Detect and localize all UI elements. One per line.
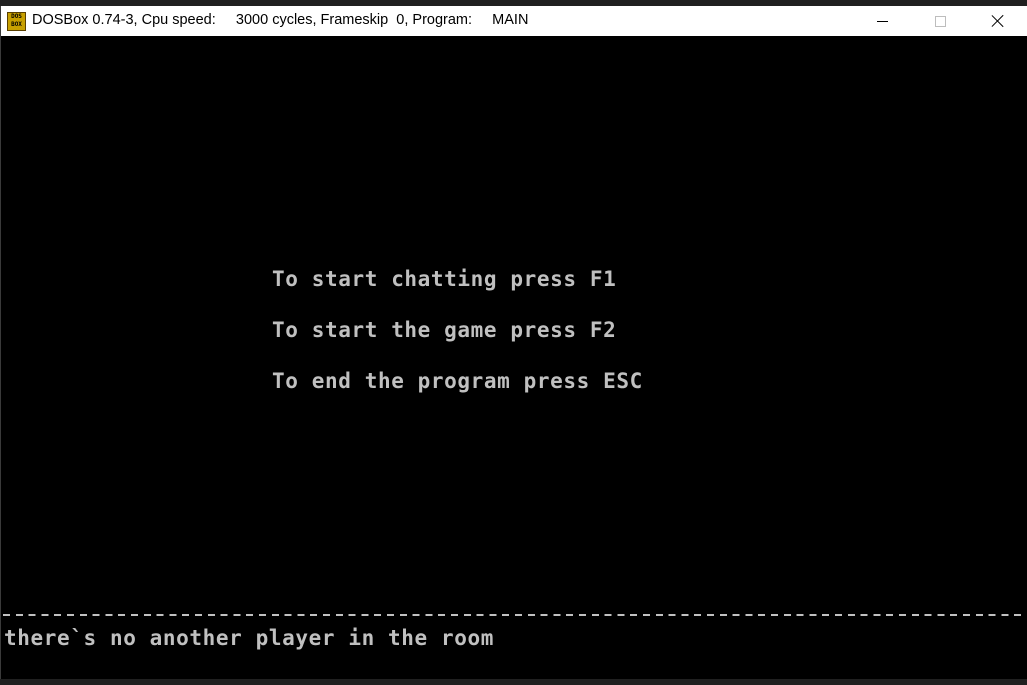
- menu-option-exit: To end the program press ESC: [272, 369, 643, 393]
- maximize-button[interactable]: [911, 6, 969, 36]
- icon-text-top: DOS: [11, 13, 22, 20]
- status-message: there`s no another player in the room: [4, 626, 494, 650]
- maximize-icon: [934, 15, 946, 27]
- title-bar[interactable]: DOS BOX DOSBox 0.74-3, Cpu speed: 3000 c…: [1, 6, 1027, 36]
- minimize-icon: [876, 20, 888, 22]
- minimize-button[interactable]: [853, 6, 911, 36]
- dosbox-window: DOS BOX DOSBox 0.74-3, Cpu speed: 3000 c…: [0, 6, 1027, 679]
- menu-option-chat: To start chatting press F1: [272, 267, 617, 291]
- status-divider: [3, 608, 1027, 622]
- icon-text-bottom: BOX: [11, 21, 22, 28]
- menu-option-game: To start the game press F2: [272, 318, 617, 342]
- dos-screen[interactable]: To start chatting press F1 To start the …: [1, 36, 1027, 679]
- dosbox-icon[interactable]: DOS BOX: [7, 12, 26, 31]
- close-icon: [991, 14, 1005, 28]
- close-button[interactable]: [969, 6, 1027, 36]
- window-title: DOSBox 0.74-3, Cpu speed: 3000 cycles, F…: [32, 12, 529, 28]
